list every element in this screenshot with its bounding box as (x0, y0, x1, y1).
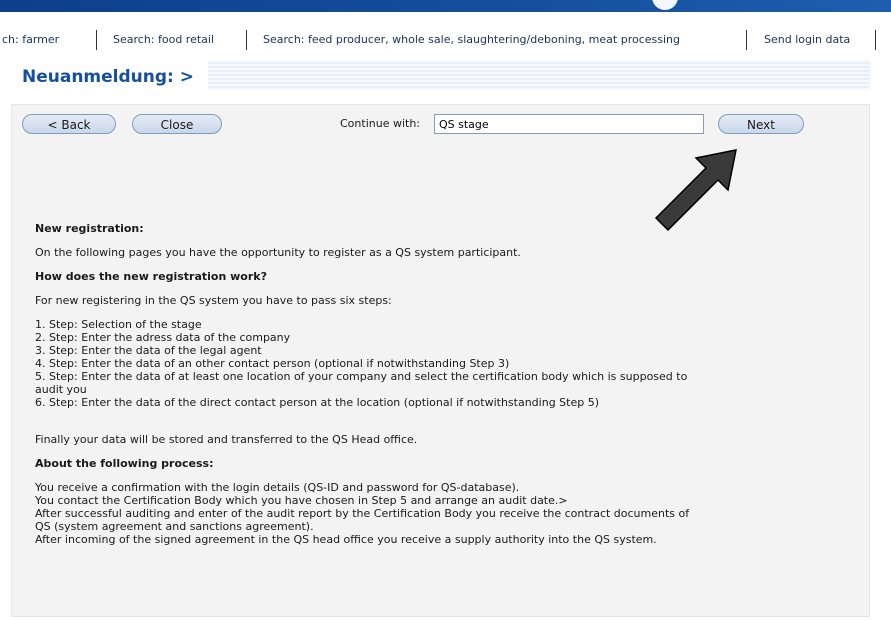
process-list: You receive a confirmation with the logi… (35, 481, 705, 546)
heading-following-process: About the following process: (35, 457, 214, 470)
content-area: New registration: On the following pages… (35, 222, 705, 546)
nav-link-farmer[interactable]: ch: farmer (2, 33, 59, 46)
nav-separator (246, 30, 247, 50)
nav-separator (746, 30, 747, 50)
nav-link-food-retail[interactable]: Search: food retail (113, 33, 214, 46)
back-button[interactable]: < Back (22, 114, 116, 134)
step-item: 6. Step: Enter the data of the direct co… (35, 396, 600, 409)
nav-link-feed-producer[interactable]: Search: feed producer, whole sale, slaug… (263, 33, 680, 46)
step-item: 1. Step: Selection of the stage (35, 318, 202, 331)
heading-new-registration: New registration: (35, 222, 144, 235)
page-title: Neuanmeldung: > (22, 67, 195, 87)
process-item: After incoming of the signed agreement i… (35, 533, 657, 546)
intro-text: On the following pages you have the oppo… (35, 246, 521, 259)
process-item: You receive a confirmation with the logi… (35, 481, 520, 494)
step-item: 5. Step: Enter the data of at least one … (35, 370, 688, 396)
nav-separator (96, 30, 97, 50)
process-item: After successful auditing and enter of t… (35, 507, 690, 533)
step-item: 3. Step: Enter the data of the legal age… (35, 344, 262, 357)
step-item: 4. Step: Enter the data of an other cont… (35, 357, 510, 370)
nav-bar: ch: farmer Search: food retail Search: f… (0, 30, 891, 54)
steps-list: 1. Step: Selection of the stage 2. Step:… (35, 318, 705, 409)
next-button[interactable]: Next (718, 114, 804, 134)
heading-how-it-works: How does the new registration work? (35, 270, 267, 283)
header-decoration (652, 0, 678, 10)
nav-link-send-login[interactable]: Send login data (764, 33, 850, 46)
process-item: You contact the Certification Body which… (35, 494, 568, 507)
steps-intro: For new registering in the QS system you… (35, 294, 392, 307)
continue-input[interactable] (434, 114, 704, 134)
final-text: Finally your data will be stored and tra… (35, 433, 418, 446)
header-bar (0, 0, 891, 12)
close-button[interactable]: Close (132, 114, 222, 134)
continue-label: Continue with: (340, 117, 421, 130)
title-band (208, 60, 870, 90)
step-item: 2. Step: Enter the adress data of the co… (35, 331, 291, 344)
nav-separator (875, 30, 876, 50)
